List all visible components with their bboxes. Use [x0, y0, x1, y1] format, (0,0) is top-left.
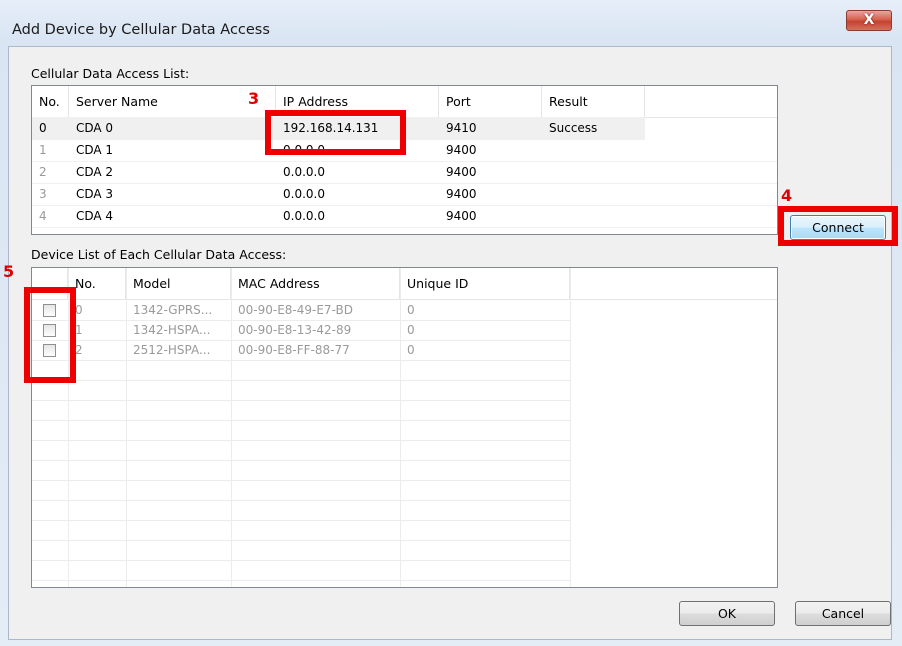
cell-result — [542, 161, 645, 183]
close-icon: X — [863, 12, 875, 28]
ok-button[interactable]: OK — [679, 601, 775, 626]
col-header-server-name[interactable]: Server Name — [69, 86, 276, 117]
row-gridline — [32, 320, 570, 321]
cell-unique-id: 0 — [407, 303, 415, 317]
cell-no: 1 — [39, 143, 47, 157]
col-header-unique-id[interactable]: Unique ID — [400, 268, 570, 299]
cell-result — [542, 205, 645, 227]
row-gridline — [32, 440, 570, 441]
cell-port: 9400 — [446, 165, 477, 179]
row-gridline — [32, 580, 570, 581]
device-row[interactable]: 2 2512-HSPA... 00-90-E8-FF-88-77 0 — [32, 340, 570, 360]
cell-model: 1342-GPRS... — [133, 303, 213, 317]
row-gridline — [32, 360, 570, 361]
device-list-label: Device List of Each Cellular Data Access… — [31, 247, 287, 262]
device-row[interactable]: 0 1342-GPRS... 00-90-E8-49-E7-BD 0 — [32, 300, 570, 320]
cell-no: 2 — [39, 165, 47, 179]
cell-result: Success — [549, 121, 598, 135]
row-gridline — [32, 500, 570, 501]
cell-result — [542, 183, 645, 205]
cell-ip-address: 0.0.0.0 — [283, 187, 325, 201]
window-title: Add Device by Cellular Data Access — [12, 22, 270, 38]
cell-port: 9400 — [446, 187, 477, 201]
checkbox-highlight-box — [24, 287, 76, 383]
dialog-body: Cellular Data Access List: No. Server Na… — [8, 46, 892, 640]
cell-device-no: 0 — [75, 303, 83, 317]
cell-unique-id: 0 — [407, 323, 415, 337]
cell-mac-address: 00-90-E8-49-E7-BD — [238, 303, 353, 317]
cell-unique-id: 0 — [407, 343, 415, 357]
col-header-model[interactable]: Model — [126, 268, 231, 299]
row-gridline — [32, 480, 570, 481]
cell-port: 9410 — [446, 121, 477, 135]
row-gridline — [32, 400, 570, 401]
ip-highlight-box — [265, 110, 406, 155]
cell-port: 9400 — [446, 143, 477, 157]
cell-no: 3 — [39, 187, 47, 201]
dialog-window: Add Device by Cellular Data Access X Cel… — [0, 0, 902, 646]
row-gridline — [32, 540, 570, 541]
cell-ip-address: 0.0.0.0 — [283, 165, 325, 179]
cda-list-label: Cellular Data Access List: — [31, 66, 190, 81]
cell-server-name: CDA 3 — [76, 187, 114, 201]
row-gridline — [32, 340, 570, 341]
device-row[interactable]: 1 1342-HSPA... 00-90-E8-13-42-89 0 — [32, 320, 570, 340]
row-gridline — [32, 460, 570, 461]
callout-3: 3 — [248, 89, 260, 108]
device-table-header: No. Model MAC Address Unique ID — [32, 268, 777, 300]
cell-device-no: 1 — [75, 323, 83, 337]
cell-model: 2512-HSPA... — [133, 343, 211, 357]
close-button[interactable]: X — [846, 10, 892, 31]
cell-server-name: CDA 1 — [76, 143, 114, 157]
cell-model: 1342-HSPA... — [133, 323, 211, 337]
cda-row[interactable]: 4 CDA 4 0.0.0.0 9400 — [32, 205, 777, 228]
callout-5: 5 — [3, 262, 15, 281]
connect-highlight-box — [778, 206, 898, 246]
col-header-port[interactable]: Port — [439, 86, 542, 117]
cancel-button[interactable]: Cancel — [795, 601, 891, 626]
cell-ip-address: 0.0.0.0 — [283, 209, 325, 223]
col-header-no[interactable]: No. — [32, 86, 69, 117]
title-bar: Add Device by Cellular Data Access X — [0, 0, 902, 46]
row-gridline — [32, 380, 570, 381]
cell-port: 9400 — [446, 209, 477, 223]
cell-server-name: CDA 0 — [76, 121, 114, 135]
device-list-table[interactable]: No. Model MAC Address Unique ID 0 1342-GP… — [31, 267, 778, 588]
cda-row[interactable]: 2 CDA 2 0.0.0.0 9400 — [32, 161, 777, 184]
col-header-result[interactable]: Result — [542, 86, 645, 117]
cell-device-no: 2 — [75, 343, 83, 357]
row-gridline — [32, 560, 570, 561]
column-gridline — [570, 268, 571, 587]
callout-4: 4 — [781, 186, 793, 205]
col-header-mac-address[interactable]: MAC Address — [231, 268, 400, 299]
cell-server-name: CDA 2 — [76, 165, 114, 179]
cda-list-table[interactable]: No. Server Name IP Address Port Result 0… — [31, 85, 778, 235]
cell-no: 0 — [39, 121, 47, 135]
cda-row[interactable]: 3 CDA 3 0.0.0.0 9400 — [32, 183, 777, 206]
cell-server-name: CDA 4 — [76, 209, 114, 223]
col-header-device-no[interactable]: No. — [68, 268, 126, 299]
row-gridline — [32, 420, 570, 421]
cell-mac-address: 00-90-E8-13-42-89 — [238, 323, 352, 337]
row-gridline — [32, 520, 570, 521]
cell-no: 4 — [39, 209, 47, 223]
cell-mac-address: 00-90-E8-FF-88-77 — [238, 343, 350, 357]
cell-result — [542, 139, 645, 161]
